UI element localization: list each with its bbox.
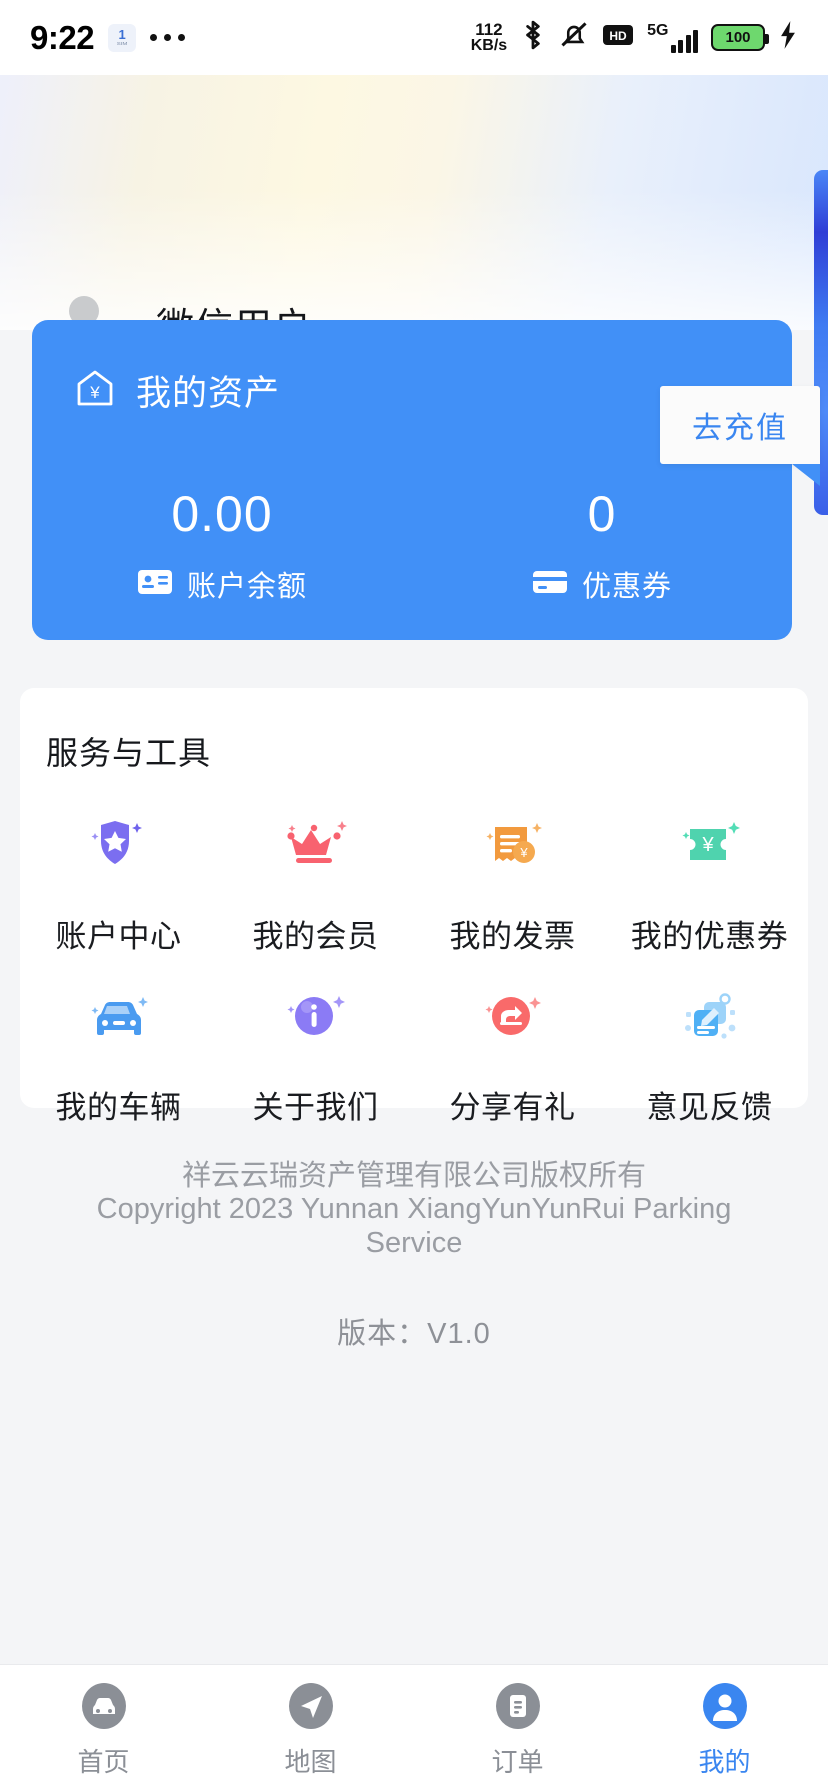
services-row-1: 账户中心 我的会员 ¥ 我的发票 ¥ 我的优惠券 xyxy=(20,793,808,964)
footer-copyright: Copyright 2023 Yunnan XiangYunYunRui Par… xyxy=(96,1193,732,1259)
balance-value: 0.00 xyxy=(171,486,273,542)
asset-stats: 0.00 账户余额 0 优惠券 xyxy=(32,485,792,605)
tab-label: 订单 xyxy=(491,1747,544,1777)
home-car-icon xyxy=(77,1679,131,1733)
sim-number: 1 xyxy=(118,27,126,42)
network-speed-unit: KB/s xyxy=(470,37,508,54)
feedback-edit-icon xyxy=(662,978,758,1074)
svg-text:¥: ¥ xyxy=(701,834,714,856)
signal-label: 5G xyxy=(647,21,669,39)
service-label: 我的发票 xyxy=(449,919,576,954)
tab-map[interactable]: 地图 xyxy=(207,1679,414,1779)
balance-label: 账户余额 xyxy=(186,571,307,603)
mute-bell-icon xyxy=(559,20,589,55)
tab-home[interactable]: 首页 xyxy=(0,1679,207,1779)
tab-profile[interactable]: 我的 xyxy=(621,1679,828,1779)
services-card: 服务与工具 账户中心 我的会员 ¥ 我的发票 ¥ 我的优惠券 我的车辆 关于我们… xyxy=(20,688,808,1125)
map-navigation-icon xyxy=(284,1679,338,1733)
service-label: 账户中心 xyxy=(55,919,182,954)
info-circle-icon xyxy=(268,978,364,1074)
battery-percent: 100 xyxy=(725,29,751,46)
crown-icon xyxy=(268,807,364,903)
service-label: 分享有礼 xyxy=(449,1090,576,1125)
footer-company: 祥云云瑞资产管理有限公司版权所有 xyxy=(181,1160,646,1192)
tab-label: 地图 xyxy=(284,1747,337,1777)
signal-icon: 5G xyxy=(647,21,698,53)
sim-sub: SIM xyxy=(116,41,128,47)
status-bar-left: 9:22 1 SIM xyxy=(30,18,186,57)
tab-label: 首页 xyxy=(77,1747,130,1777)
share-icon xyxy=(465,978,561,1074)
service-label: 我的优惠券 xyxy=(630,919,789,954)
app-screen: 9:22 1 SIM 112 KB/s HD 5G 100 ¥ 我的资产 去充值… xyxy=(0,0,828,1792)
services-row-2: 我的车辆 关于我们 分享有礼 意见反馈 xyxy=(20,964,808,1135)
service-item-account-center[interactable]: 账户中心 xyxy=(20,793,217,964)
network-speed-value: 112 xyxy=(475,19,503,39)
services-grid: 账户中心 我的会员 ¥ 我的发票 ¥ 我的优惠券 我的车辆 关于我们 分享有礼 … xyxy=(20,793,808,1135)
hd-icon: HD xyxy=(602,23,634,52)
coupon-yuan-icon: ¥ xyxy=(662,807,758,903)
service-label: 我的会员 xyxy=(252,919,379,954)
service-item-about-us[interactable]: 关于我们 xyxy=(217,964,414,1135)
more-dots-icon xyxy=(150,34,186,41)
asset-card-header: ¥ 我的资产 xyxy=(74,365,280,416)
service-item-my-coupons[interactable]: ¥ 我的优惠券 xyxy=(611,793,808,964)
orders-document-icon xyxy=(491,1679,545,1733)
service-item-my-vehicles[interactable]: 我的车辆 xyxy=(20,964,217,1135)
status-bar-right: 112 KB/s HD 5G 100 xyxy=(471,20,798,55)
network-speed-indicator: 112 KB/s xyxy=(470,19,508,55)
tab-label: 我的 xyxy=(698,1747,751,1777)
service-label: 关于我们 xyxy=(252,1090,379,1125)
service-label: 我的车辆 xyxy=(55,1090,182,1125)
footer: 祥云云瑞资产管理有限公司版权所有 Copyright 2023 Yunnan X… xyxy=(0,1160,828,1352)
battery-icon: 100 xyxy=(711,24,769,51)
service-label: 意见反馈 xyxy=(646,1090,773,1125)
stat-coupon[interactable]: 0 优惠券 xyxy=(412,485,792,605)
service-item-feedback[interactable]: 意见反馈 xyxy=(611,964,808,1135)
tab-orders[interactable]: 订单 xyxy=(414,1679,621,1779)
sim-badge-icon: 1 SIM xyxy=(108,23,137,52)
status-bar: 9:22 1 SIM 112 KB/s HD 5G 100 xyxy=(0,0,828,75)
bank-house-icon: ¥ xyxy=(74,367,116,414)
credit-card-icon xyxy=(532,568,568,601)
id-card-icon xyxy=(137,568,173,601)
coupon-value: 0 xyxy=(587,486,617,542)
svg-text:¥: ¥ xyxy=(89,383,100,402)
invoice-yuan-icon: ¥ xyxy=(465,807,561,903)
asset-card-title: 我的资产 xyxy=(136,374,281,413)
coupon-label: 优惠券 xyxy=(581,571,672,603)
svg-text:¥: ¥ xyxy=(519,845,528,860)
service-item-share[interactable]: 分享有礼 xyxy=(414,964,611,1135)
footer-version: 版本：V1.0 xyxy=(337,1318,491,1351)
shield-star-icon xyxy=(71,807,167,903)
asset-card: ¥ 我的资产 去充值 0.00 账户余额 0 优惠券 xyxy=(32,320,820,640)
bluetooth-icon xyxy=(520,20,546,55)
status-time: 9:22 xyxy=(30,18,95,56)
bottom-tab-bar: 首页 地图 订单 我的 xyxy=(0,1664,828,1792)
recharge-button[interactable]: 去充值 xyxy=(660,386,820,486)
service-item-membership[interactable]: 我的会员 xyxy=(217,793,414,964)
services-title: 服务与工具 xyxy=(46,735,212,771)
service-item-invoice[interactable]: ¥ 我的发票 xyxy=(414,793,611,964)
stat-balance[interactable]: 0.00 账户余额 xyxy=(32,485,412,605)
profile-person-icon xyxy=(698,1679,752,1733)
charging-bolt-icon xyxy=(778,20,798,55)
car-icon xyxy=(71,978,167,1074)
profile-header: 微信用户 xyxy=(0,75,828,359)
svg-text:HD: HD xyxy=(609,29,627,43)
